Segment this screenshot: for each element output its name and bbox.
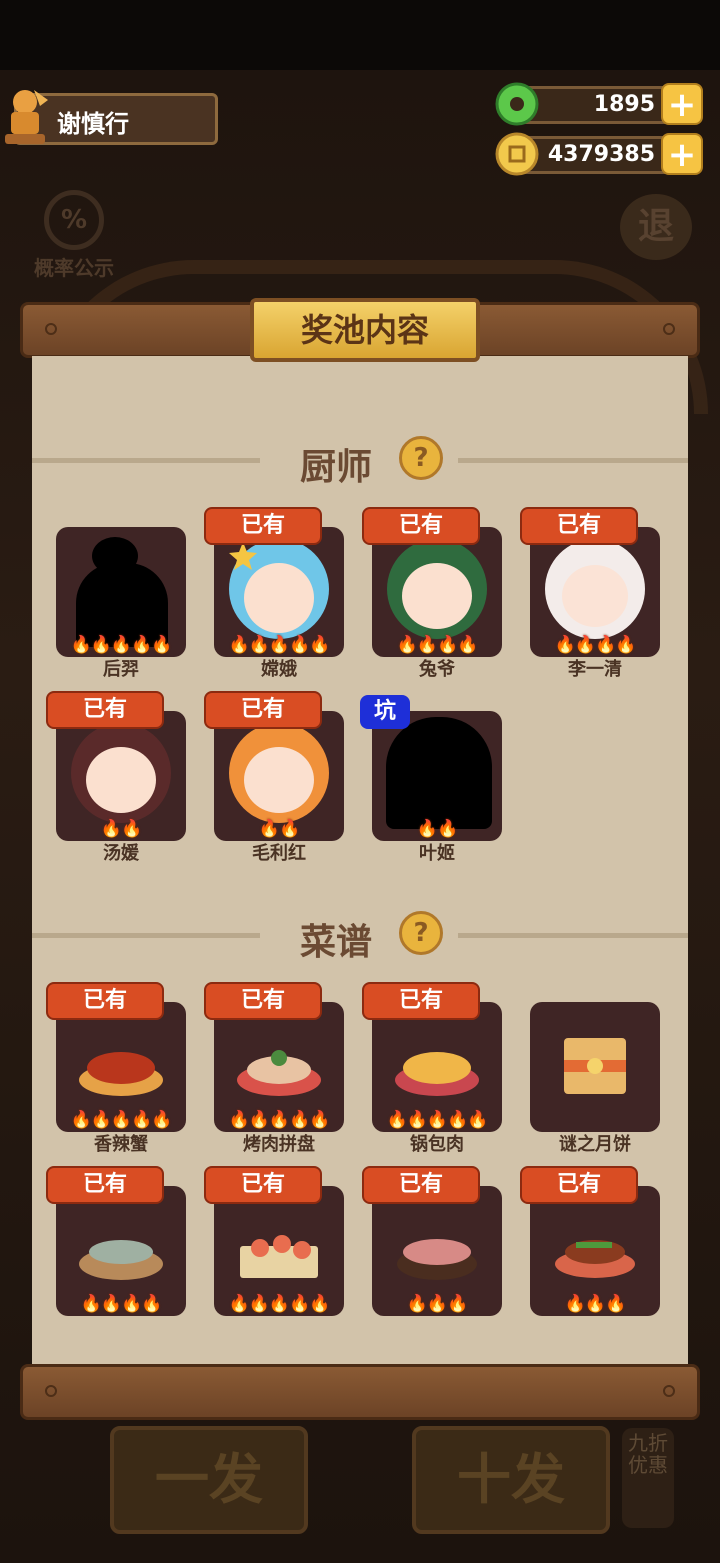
divider	[32, 458, 260, 463]
star-rating: 🔥🔥🔥🔥🔥	[386, 1110, 489, 1130]
percent-icon: %	[44, 190, 104, 250]
recipes-section-title: 菜谱	[300, 922, 373, 963]
owned-badge: 已有	[362, 507, 480, 545]
stew-pot-dish-icon	[397, 1239, 477, 1280]
jade-value: 1895	[593, 92, 655, 117]
scroll-bottom-beam	[20, 1364, 700, 1420]
scroll-gift-icon	[564, 1038, 626, 1094]
exit-button: 退	[620, 194, 692, 260]
divider	[458, 933, 688, 938]
owned-badge: 已有	[204, 507, 322, 545]
recipes-section-header: 菜谱 ?	[32, 909, 688, 963]
star-rating: 🔥🔥	[100, 819, 142, 839]
probability-label: 概率公示	[34, 256, 114, 280]
bbq-platter-dish-icon	[237, 1050, 321, 1096]
owned-badge: 已有	[204, 1166, 322, 1204]
discount-label: 九折优惠	[622, 1428, 674, 1528]
owned-badge: 已有	[204, 691, 322, 729]
owned-badge: 已有	[520, 1166, 638, 1204]
recipe-image: 🔥🔥🔥🔥🔥	[214, 1186, 344, 1316]
coin-icon	[495, 132, 539, 176]
add-coins-button[interactable]: +	[661, 133, 703, 175]
nail-icon	[45, 323, 57, 335]
ten-draw-button: 十发	[412, 1426, 610, 1534]
chef-portrait: 🔥🔥🔥🔥🔥	[214, 527, 344, 657]
recipes-help-button[interactable]: ?	[399, 911, 443, 955]
recipe-image: 🔥🔥🔥🔥	[56, 1186, 186, 1316]
recipe-image: 🔥🔥🔥🔥🔥	[214, 1002, 344, 1132]
chef-portrait: 🔥🔥	[56, 711, 186, 841]
nail-icon	[663, 1385, 675, 1397]
recipe-image: 🔥🔥🔥🔥🔥	[372, 1002, 502, 1132]
jade-icon	[495, 82, 539, 126]
star-hairpin-icon	[229, 542, 257, 570]
single-draw-button: 一发	[110, 1426, 308, 1534]
star-rating: 🔥🔥🔥	[406, 1294, 469, 1314]
coin-value: 4379385	[547, 142, 655, 167]
divider	[458, 458, 688, 463]
chef-portrait: 🔥🔥	[214, 711, 344, 841]
trophy-avatar-icon	[5, 90, 48, 144]
owned-badge: 已有	[46, 1166, 164, 1204]
chef-name: 叶姬	[419, 843, 455, 864]
recipe-image	[530, 1002, 660, 1132]
owned-badge: 已有	[362, 982, 480, 1020]
star-rating: 🔥🔥🔥🔥	[554, 635, 637, 655]
star-rating: 🔥🔥🔥	[564, 1294, 627, 1314]
jade-counter: 1895 +	[495, 82, 703, 126]
probability-button: % 概率公示	[28, 190, 120, 281]
guobaorou-dish-icon	[395, 1052, 479, 1096]
chef-name: 毛利红	[252, 843, 306, 864]
owned-badge: 已有	[204, 982, 322, 1020]
coin-counter: 4379385 +	[495, 132, 703, 176]
star-rating: 🔥🔥🔥🔥🔥	[228, 635, 331, 655]
chefs-section-title: 厨师	[300, 447, 373, 488]
star-rating: 🔥🔥🔥🔥🔥	[70, 1110, 173, 1130]
chef-portrait: 🔥🔥🔥🔥	[372, 527, 502, 657]
owned-badge: 已有	[46, 982, 164, 1020]
owned-badge: 已有	[520, 507, 638, 545]
recipe-name: 谜之月饼	[559, 1134, 631, 1155]
recipe-image: 🔥🔥🔥🔥🔥	[56, 1002, 186, 1132]
star-rating: 🔥🔥🔥🔥🔥	[228, 1110, 331, 1130]
chef-name: 嫦娥	[261, 659, 297, 680]
chef-name: 兔爷	[419, 659, 455, 680]
recipe-name: 烤肉拼盘	[243, 1134, 315, 1155]
recipe-name: 香辣蟹	[94, 1134, 148, 1155]
chef-name: 后羿	[103, 659, 139, 680]
chef-name: 汤媛	[103, 843, 139, 864]
chef-portrait: 🔥🔥	[372, 711, 502, 841]
divider	[32, 933, 260, 938]
nail-icon	[45, 1385, 57, 1397]
nail-icon	[663, 323, 675, 335]
scallop-dish-icon	[240, 1235, 318, 1278]
star-rating: 🔥🔥🔥🔥	[80, 1294, 163, 1314]
add-jade-button[interactable]: +	[661, 83, 703, 125]
prize-pool-panel: 厨师 ? 🔥🔥🔥🔥🔥 后羿 🔥🔥🔥🔥🔥 已有 嫦娥 🔥🔥🔥🔥 已有 兔爷 🔥🔥🔥…	[32, 356, 688, 1368]
chefs-section-header: 厨师 ?	[32, 434, 688, 488]
chef-portrait: 🔥🔥🔥🔥🔥	[56, 527, 186, 657]
recipe-name: 锅包肉	[410, 1134, 464, 1155]
chefs-help-button[interactable]: ?	[399, 436, 443, 480]
recipe-image: 🔥🔥🔥	[530, 1186, 660, 1316]
spicy-crab-dish-icon	[79, 1052, 163, 1096]
chef-portrait: 🔥🔥🔥🔥	[530, 527, 660, 657]
star-rating: 🔥🔥	[258, 819, 300, 839]
pit-badge: 坑	[360, 695, 410, 729]
panel-title: 奖池内容	[250, 298, 480, 362]
star-rating: 🔥🔥🔥🔥🔥	[70, 635, 173, 655]
recipe-image: 🔥🔥🔥	[372, 1186, 502, 1316]
star-rating: 🔥🔥🔥🔥	[396, 635, 479, 655]
stir-fry-dish-icon	[555, 1240, 635, 1278]
star-rating: 🔥🔥	[416, 819, 458, 839]
owned-badge: 已有	[362, 1166, 480, 1204]
chef-name: 李一清	[568, 659, 622, 680]
fish-dish-icon	[79, 1240, 163, 1280]
star-rating: 🔥🔥🔥🔥🔥	[228, 1294, 331, 1314]
owned-badge: 已有	[46, 691, 164, 729]
player-name: 谢慎行	[57, 110, 129, 138]
